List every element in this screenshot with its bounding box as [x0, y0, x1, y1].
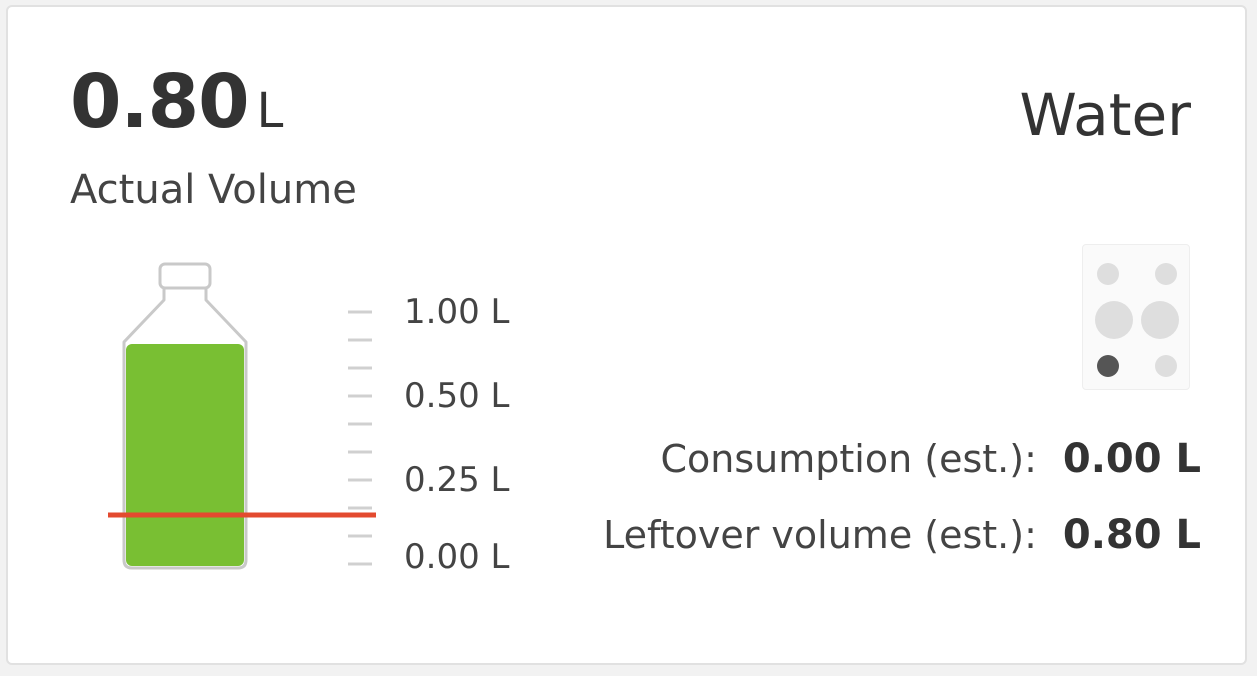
consumption-row: Consumption (est.): 0.00 L [661, 436, 1201, 482]
bottle-cap [158, 262, 212, 290]
actual-volume-label: Actual Volume [70, 167, 357, 213]
dot-bottom-right [1155, 355, 1177, 377]
leftover-label: Leftover volume (est.): [603, 513, 1037, 557]
dot-middle-left [1095, 301, 1133, 339]
dot-middle-right [1141, 301, 1179, 339]
actual-volume-display: 0.80 L [70, 59, 283, 145]
actual-volume-unit: L [256, 83, 284, 139]
consumption-value: 0.00 L [1062, 436, 1201, 482]
actual-volume-value: 0.80 [70, 59, 250, 145]
position-indicator [1082, 244, 1190, 390]
leftover-row: Leftover volume (est.): 0.80 L [603, 512, 1201, 558]
bottle-gauge [100, 260, 390, 580]
dot-top-left [1097, 263, 1119, 285]
dot-bottom-left [1097, 355, 1119, 377]
scale-label-1-00: 1.00 L [404, 292, 510, 332]
scale-ticks [348, 310, 372, 566]
leftover-value: 0.80 L [1062, 512, 1201, 558]
scale-label-0-25: 0.25 L [404, 460, 510, 500]
bottle-icon [108, 262, 376, 570]
scale-label-0-00: 0.00 L [404, 537, 510, 577]
liquid-name: Water [1019, 81, 1191, 149]
consumption-label: Consumption (est.): [660, 437, 1037, 481]
bottle-liquid-fill [126, 344, 244, 566]
dot-top-right [1155, 263, 1177, 285]
scale-label-0-50: 0.50 L [404, 376, 510, 416]
